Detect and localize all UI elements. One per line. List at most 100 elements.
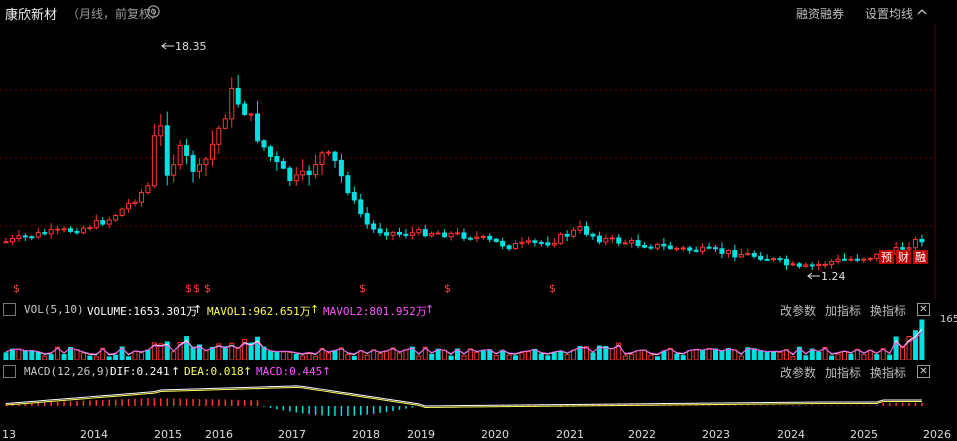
change-params-button[interactable]: 改参数 — [780, 302, 816, 319]
candle — [313, 164, 319, 176]
candle — [667, 245, 673, 250]
gear-icon[interactable] — [146, 4, 161, 19]
volume-bar — [661, 350, 667, 360]
candle — [616, 237, 622, 244]
candle — [513, 243, 519, 250]
add-indicator-button[interactable]: 加指标 — [825, 364, 861, 381]
volume-bar — [642, 349, 648, 360]
volume-bar — [738, 355, 744, 360]
candle — [377, 228, 383, 234]
volume-bar — [532, 348, 538, 360]
panel-toggle-box[interactable] — [3, 365, 16, 378]
year-tick-label: 2023 — [702, 428, 730, 441]
year-tick-label: 2019 — [407, 428, 435, 441]
volume-bar — [403, 349, 409, 360]
event-marker: $ — [359, 282, 366, 295]
volume-bar — [61, 354, 67, 360]
candle — [829, 261, 835, 265]
dif-value: DIF:0.241 — [110, 365, 170, 378]
volume-bar — [287, 351, 293, 360]
volume-bar — [835, 353, 841, 360]
candle — [106, 219, 112, 225]
volume-bar — [3, 352, 9, 360]
candle — [629, 239, 635, 244]
volume-bar — [351, 355, 357, 360]
volume-bar — [132, 350, 138, 360]
candle — [403, 233, 409, 236]
info-badges[interactable]: 预 财 融 — [879, 250, 928, 264]
add-indicator-button[interactable]: 加指标 — [825, 302, 861, 319]
volume-bar — [42, 355, 48, 360]
candle — [235, 87, 241, 105]
candle — [519, 241, 525, 245]
volume-bar — [558, 350, 564, 360]
volume-bar — [9, 348, 15, 360]
candle — [448, 232, 454, 238]
close-icon[interactable]: ✕ — [917, 303, 930, 316]
year-tick-label: 2020 — [481, 428, 509, 441]
volume-bar — [506, 354, 512, 360]
volume-bar — [358, 350, 364, 360]
switch-indicator-button[interactable]: 换指标 — [870, 364, 906, 381]
candle — [713, 247, 718, 250]
switch-indicator-button[interactable]: 换指标 — [870, 302, 906, 319]
macd-value: MACD:0.445 — [256, 365, 323, 378]
up-arrow-icon: ↑ — [171, 365, 181, 378]
high-annotation: 18.35 — [161, 40, 207, 53]
candle — [145, 185, 151, 194]
volume-bar — [493, 355, 499, 360]
candle — [429, 232, 435, 237]
event-marker: $ — [204, 282, 211, 295]
badge-finance: 财 — [898, 250, 909, 264]
volume-bar — [551, 352, 557, 360]
candle — [758, 255, 764, 260]
change-params-button[interactable]: 改参数 — [780, 364, 816, 381]
volume-bar — [525, 350, 531, 360]
dif-line — [5, 385, 922, 407]
macd-chart[interactable] — [0, 380, 957, 426]
volume-bar — [345, 354, 351, 360]
event-marker: $ — [13, 282, 20, 295]
chevron-up-icon[interactable] — [917, 7, 927, 17]
candle — [545, 242, 551, 246]
candle — [22, 235, 28, 238]
candle — [138, 192, 144, 203]
candle — [680, 247, 686, 250]
year-tick-label: 2014 — [80, 428, 108, 441]
candle — [874, 253, 880, 259]
candle — [100, 220, 106, 225]
year-tick-label: 2021 — [556, 428, 584, 441]
candle — [809, 264, 815, 267]
year-tick-label: 13 — [2, 428, 16, 441]
badge-forecast: 预 — [881, 251, 892, 264]
margin-trading-button[interactable]: 融资融券 — [796, 5, 844, 22]
volume-bar — [919, 319, 925, 360]
volume-bar — [435, 348, 441, 360]
year-tick-label: 2025 — [850, 428, 878, 441]
candle — [461, 232, 467, 239]
volume-bar — [274, 352, 280, 360]
volume-bar — [364, 354, 370, 360]
volume-bar — [803, 355, 809, 360]
candle — [745, 252, 751, 256]
volume-chart[interactable] — [0, 318, 957, 360]
volume-bar — [396, 352, 402, 360]
candle — [500, 240, 506, 247]
candle — [912, 238, 918, 249]
candle — [474, 236, 480, 239]
high-price-label: 18.35 — [175, 40, 207, 53]
volume-bar — [306, 353, 312, 360]
candle — [87, 227, 93, 230]
volume-bar — [687, 350, 693, 360]
set-ma-button[interactable]: 设置均线 — [865, 5, 913, 22]
candle — [590, 233, 596, 237]
volume-bar — [680, 355, 686, 360]
volume-bar — [74, 349, 80, 360]
price-chart[interactable]: $ $ $ $ $ $ $ 18.35 1.24 预 财 融 — [0, 24, 957, 299]
panel-toggle-box[interactable] — [3, 303, 16, 316]
mavol2-value: MAVOL2:801.952万 — [323, 305, 427, 318]
volume-bar — [87, 355, 93, 360]
close-icon[interactable]: ✕ — [917, 365, 930, 378]
candle — [35, 232, 41, 238]
volume-bar — [29, 350, 35, 360]
